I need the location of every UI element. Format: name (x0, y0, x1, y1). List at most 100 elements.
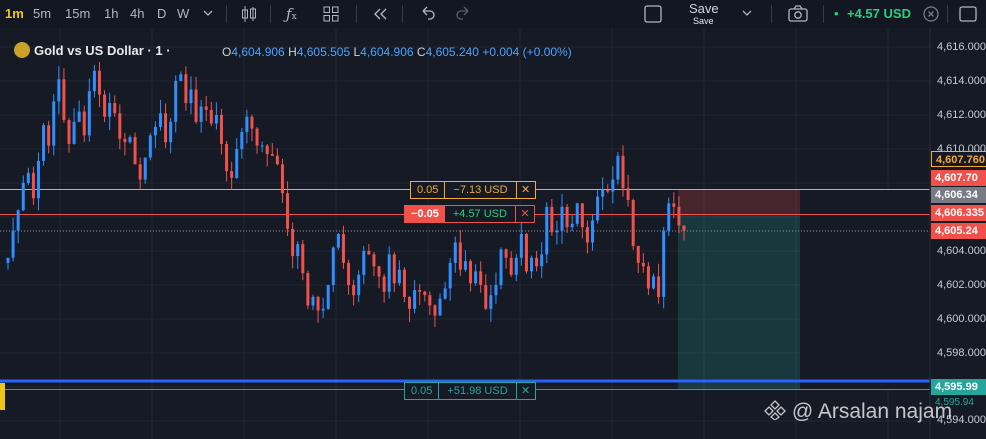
candle-body (158, 113, 162, 127)
redo-icon[interactable] (455, 0, 473, 28)
close-value: 4,605.240 (425, 45, 479, 59)
close-icon[interactable]: ✕ (515, 182, 535, 198)
position-order[interactable]: −0.05 +4.57 USD ✕ (404, 205, 535, 223)
candle-body (174, 81, 178, 122)
layout-grid-icon[interactable] (322, 0, 340, 28)
stop-price-tag[interactable]: 4,607.70 (931, 170, 986, 186)
open-value: 4,604.906 (231, 45, 285, 59)
entry-price-tag[interactable]: 4,606.335 (931, 205, 986, 221)
timeframe-1h[interactable]: 1h (104, 0, 118, 28)
candle-body (458, 242, 462, 270)
save-button[interactable]: Save (689, 1, 719, 16)
position-zones (678, 190, 930, 389)
candle-body (153, 126, 157, 136)
candle-body (499, 249, 503, 285)
candle-body (402, 269, 406, 297)
toolbar-divider (947, 5, 948, 23)
entry-high-price-tag[interactable]: 4,606.34 (931, 187, 986, 203)
fullscreen-box-icon[interactable] (643, 0, 663, 28)
candle-body (311, 296, 315, 306)
candle-body (560, 206, 564, 231)
timeframe-w[interactable]: W (177, 0, 189, 28)
candle-body (270, 154, 274, 156)
candle-body (443, 288, 447, 299)
take-profit-order[interactable]: 0.05 +51.98 USD ✕ (404, 382, 536, 400)
watermark-text: @ Arsalan najam (791, 400, 953, 423)
candle-body (164, 113, 168, 143)
candle-body (128, 137, 132, 143)
take-profit-qty: 0.05 (411, 385, 433, 397)
price-tick: 4,602.000 (937, 279, 986, 291)
symbol-logo-icon[interactable] (14, 42, 30, 58)
chart-canvas[interactable] (0, 28, 986, 439)
candle-body (118, 113, 122, 139)
top-toolbar: 1m 5m 15m 1h 4h D W ƒx Save Save • +4.57… (0, 0, 986, 29)
close-icon[interactable]: ✕ (515, 383, 535, 399)
candle-body (77, 111, 81, 122)
candles-icon[interactable] (240, 0, 258, 28)
timeframe-d[interactable]: D (157, 0, 166, 28)
candle-body (387, 254, 391, 292)
replay-icon[interactable] (371, 0, 389, 28)
candle-body (92, 70, 96, 92)
toolbar-divider (771, 5, 772, 23)
timeframe-4h[interactable]: 4h (130, 0, 144, 28)
toolbar-divider (356, 5, 357, 23)
candle-body (570, 223, 574, 228)
candle-body (57, 79, 61, 102)
stop-loss-pnl: −7.13 USD (444, 182, 515, 198)
candle-body (611, 179, 615, 192)
camera-icon[interactable] (787, 0, 809, 28)
candle-body (580, 203, 584, 228)
drag-handle[interactable] (0, 383, 5, 410)
candle-body (87, 91, 91, 136)
chart-legend: Gold vs US Dollar · 1 · (14, 42, 171, 58)
candle-body (16, 210, 20, 231)
candle-body (428, 295, 432, 306)
candle-body (469, 261, 473, 284)
stop-loss-order[interactable]: 0.05 −7.13 USD ✕ (410, 181, 536, 199)
candle-body (275, 155, 279, 165)
alert-price-tag[interactable]: 4,607.760 (931, 151, 986, 167)
indicators-icon[interactable]: ƒx (286, 0, 297, 28)
symbol-title[interactable]: Gold vs US Dollar · 1 · (34, 43, 171, 58)
close-icon[interactable]: ✕ (514, 206, 534, 222)
price-tick: 4,612.000 (937, 109, 986, 121)
candle-body (138, 164, 142, 180)
candle-body (631, 200, 635, 246)
candle-body (662, 230, 666, 297)
candle-body (596, 196, 600, 221)
candle-body (397, 269, 401, 284)
candle-body (6, 257, 10, 263)
candle-body (31, 172, 35, 199)
candle-body (453, 242, 457, 263)
candle-body (550, 206, 554, 233)
panel-box-icon[interactable] (958, 0, 980, 28)
candle-body (194, 89, 198, 122)
price-tick: 4,604.000 (937, 245, 986, 257)
candle-body (565, 206, 569, 228)
timeframe-15m[interactable]: 15m (65, 0, 90, 28)
candle-body (179, 74, 183, 81)
candle-body (479, 271, 483, 285)
candle-body (199, 106, 203, 122)
timeframe-1m[interactable]: 1m (5, 0, 24, 28)
candles (6, 62, 686, 327)
close-circle-icon[interactable] (921, 0, 941, 28)
candle-body (204, 106, 208, 110)
candle-body (575, 203, 579, 224)
candle-body (448, 262, 452, 289)
candle-body (347, 262, 351, 285)
timeframe-5m[interactable]: 5m (33, 0, 51, 28)
current-price-tag[interactable]: 4,605.24 (931, 223, 986, 239)
save-dropdown-chevron-icon[interactable] (741, 0, 753, 28)
candle-body (306, 273, 310, 306)
candle-body (616, 155, 620, 180)
candle-body (82, 111, 86, 136)
take-profit-price-tag[interactable]: 4,595.99 (931, 379, 986, 395)
undo-icon[interactable] (418, 0, 436, 28)
candle-body (423, 291, 427, 296)
chart-pane[interactable]: Gold vs US Dollar · 1 · O4,604.906 H4,60… (0, 28, 986, 439)
candle-body (489, 295, 493, 309)
chevron-down-icon[interactable] (202, 0, 214, 28)
